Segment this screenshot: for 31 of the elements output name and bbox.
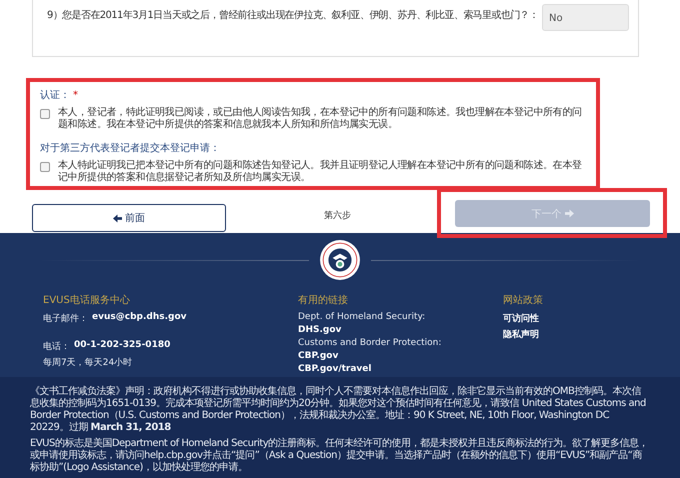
footer-label: Dept. of Homeland Security:: [298, 312, 426, 322]
footer-heading: EVUS电话服务中心: [43, 294, 131, 307]
footer-link[interactable]: 隐私声明: [503, 328, 539, 341]
footer-link[interactable]: 可访问性: [503, 312, 539, 325]
arrow-left-icon: [112, 214, 122, 222]
footer-heading: 有用的链接: [298, 294, 349, 307]
footer-label: 电话：: [43, 340, 70, 353]
legal-notice: EVUS的标志是美国Department of Homeland Security的注册商标。任何未经许可的使用，都是未授权并且违反商标法的行为。欲了解更多信息，或申请使用该标志，请访问help.cbp.gov并点击“提问”（Ask a Question）提交申请。当选择产品时（在额外的信息下）使用“EVUS”和副产品“商标协助”(Logo Assistance)，以加快处理您的申请。: [30, 438, 650, 474]
footer-heading: 网站政策: [503, 294, 543, 307]
certification-statement: 本人，登记者，特此证明我已阅读，或已由他人阅读告知我，在本登记中的所有问题和陈述。我也理解在本登记中所有的问题和陈述。我在本登记中所提供的答案和信息就我本人所知和所信均属实无误。: [58, 107, 583, 131]
footer-link[interactable]: DHS.gov: [298, 325, 503, 335]
seal-icon: [319, 239, 361, 281]
footer-link[interactable]: CBP.gov/travel: [298, 364, 372, 374]
answer-field[interactable]: No: [542, 4, 629, 31]
legal-notice: 《文书工作减负法案》声明：政府机构不得进行或协助收集信息，同时个人不需要对本信息作出回应，除非它显示当前有效的OMB控制码。本次信息收集的控制码为1651-0139。完成本项登记所需平均时间约为20分钟。如果您对这个预估时间有任何意见，请致信 United States Customs and Border Protection（U.S. Customs and Border Protection），法规和裁决办公室。地址：90 K Street, NE, 10th Floor, Washington DC 20229。过期 March 31, 2018: [30, 386, 647, 434]
required-mark: *: [73, 90, 78, 101]
footer-link[interactable]: 00-1-202-325-0180: [74, 340, 170, 353]
arrow-right-icon: [564, 209, 574, 218]
step-label: 第六步: [322, 210, 352, 222]
third-party-statement: 本人特此证明我已把本登记中所有的问题和陈述告知登记人。我并且证明登记人理解在本登记中所有的问题和陈述。在本登记中所提供的答案和信息据登记者所知及所信均属实无误。: [58, 160, 583, 184]
previous-button[interactable]: 前面: [32, 204, 226, 232]
footer-label: 电子邮件：: [43, 312, 88, 325]
checkbox[interactable]: [40, 162, 50, 172]
footer-label: 每周7天，每天24小时: [43, 356, 132, 369]
footer-link[interactable]: CBP.gov: [298, 351, 503, 361]
footer-label: Customs and Border Protection:: [298, 338, 442, 348]
third-party-title: 对于第三方代表登记者提交本登记申请：: [40, 143, 220, 154]
checkbox[interactable]: [40, 109, 50, 119]
certification-title: 认证：: [40, 90, 70, 101]
question-text: 9）您是否在2011年3月1日当天或之后，曾经前往或出现在伊拉克、叙利亚、伊朗、苏丹、利比亚、索马里或也门？：: [47, 8, 539, 23]
footer-link[interactable]: evus@cbp.dhs.gov: [92, 312, 186, 325]
